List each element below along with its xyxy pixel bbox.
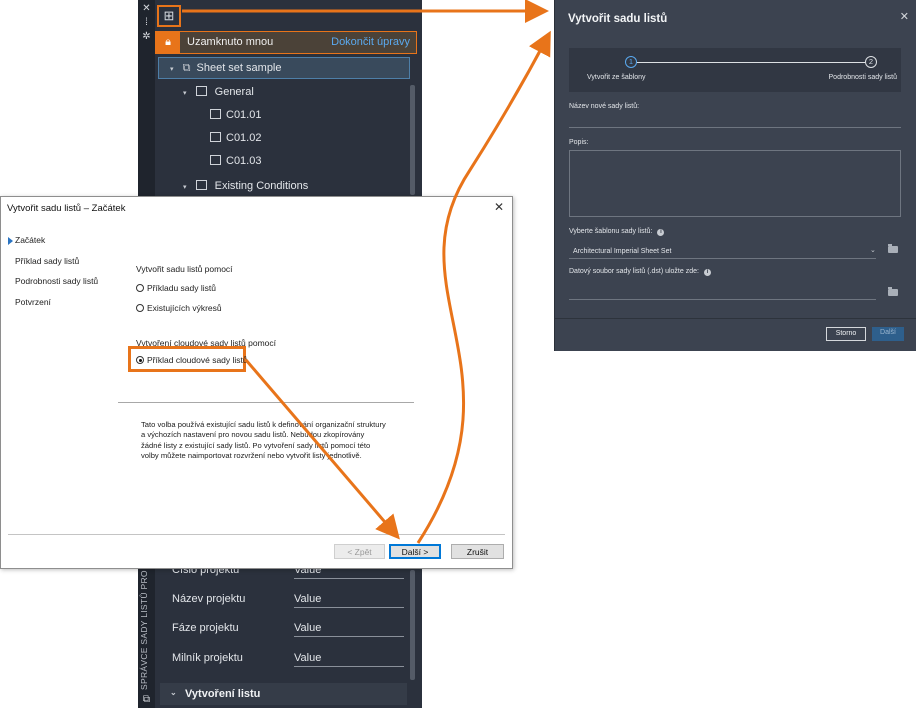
web-create-sheet-set-dialog: Vytvořit sadu listů ✕ 1 2 Vytvořit ze ša… <box>554 0 916 351</box>
step-1-label: Vytvořit ze šablony <box>587 74 646 81</box>
tree-scrollbar[interactable] <box>410 85 415 195</box>
radio-label: Existujících výkresů <box>147 303 222 313</box>
lock-status-text: Uzamknuto mnou <box>187 36 274 48</box>
sheet-icon <box>210 155 221 165</box>
step-1-indicator: 1 <box>625 56 637 68</box>
step-start: Začátek <box>7 235 46 245</box>
chevron-down-icon[interactable]: ⌄ <box>870 246 876 254</box>
lock-icon: 🔒︎ <box>156 32 180 53</box>
palette-vertical-title: SPRÁVCE SADY LISTŮ PRO WEB <box>139 547 149 690</box>
group-label: Vytvořit sadu listů pomocí <box>136 264 233 274</box>
step-2-label: Podrobnosti sady listů <box>828 74 897 81</box>
step-confirm: Potvrzení <box>15 297 51 307</box>
step-example: Příklad sady listů <box>15 256 80 266</box>
cancel-button[interactable]: Zrušit <box>451 544 504 559</box>
tree-root-label: Sheet set sample <box>196 62 282 74</box>
dialog-title: Vytvořit sadu listů – Začátek <box>7 203 126 214</box>
property-value[interactable]: Value <box>294 593 404 608</box>
subset-icon <box>195 86 207 96</box>
radio-existing-drawings[interactable]: Existujících výkresů <box>136 303 222 313</box>
sheet-set-icon: ⧉ <box>142 694 151 705</box>
web-stepper: 1 2 Vytvořit ze šablony Podrobnosti sady… <box>569 48 901 92</box>
section-create-sheet[interactable]: ⌄ Vytvoření listu <box>160 683 407 705</box>
property-row: Fáze projektu Value <box>172 622 412 640</box>
section-label: Vytvoření listu <box>185 688 261 700</box>
sheet-icon <box>210 109 221 119</box>
tree-item-sheet[interactable]: C01.01 <box>210 109 261 121</box>
name-input[interactable] <box>569 127 901 128</box>
divider <box>118 402 414 403</box>
chevron-down-icon[interactable]: ▾ <box>183 90 187 97</box>
option-description: Tato volba používá existující sadu listů… <box>141 420 386 461</box>
tree-item-sheet[interactable]: C01.03 <box>210 155 261 167</box>
description-textarea[interactable] <box>569 150 901 217</box>
property-label: Název projektu <box>172 593 246 605</box>
close-icon[interactable]: ✕ <box>900 10 909 23</box>
radio-dot[interactable] <box>136 304 144 312</box>
dst-label: Datový soubor sady listů (.dst) uložte z… <box>569 268 711 276</box>
radio-label: Příkladu sady listů <box>147 283 216 293</box>
property-row: Název projektu Value <box>172 593 412 611</box>
new-sheet-set-icon[interactable]: ⊞ <box>157 5 181 27</box>
finish-editing-link[interactable]: Dokončit úpravy <box>331 36 410 48</box>
tree-root-row[interactable]: ▾ ⧉ Sheet set sample <box>170 62 282 75</box>
name-label: Název nové sady listů: <box>569 103 640 110</box>
sheet-label: C01.02 <box>226 132 262 144</box>
sheet-label: C01.03 <box>226 155 262 167</box>
lock-bar: 🔒︎ Uzamknuto mnou Dokončit úpravy <box>155 31 417 54</box>
web-next-button[interactable]: Další <box>872 327 904 341</box>
info-icon[interactable]: i <box>703 269 711 276</box>
web-dialog-title: Vytvořit sadu listů <box>568 13 668 25</box>
step-details: Podrobnosti sady listů <box>15 276 99 286</box>
chevron-down-icon[interactable]: ⌄ <box>170 688 177 697</box>
close-icon[interactable]: ✕ <box>494 200 504 214</box>
divider <box>8 534 505 535</box>
property-value[interactable]: Value <box>294 622 404 637</box>
folder-icon[interactable] <box>888 287 898 296</box>
palette-toolbar <box>155 0 422 30</box>
property-label: Milník projektu <box>172 652 243 664</box>
info-icon[interactable]: i <box>657 229 665 236</box>
chevron-down-icon[interactable]: ▾ <box>183 184 187 191</box>
chevron-down-icon[interactable]: ▾ <box>170 66 174 73</box>
folder-icon[interactable] <box>888 244 898 253</box>
footer-divider <box>555 318 916 319</box>
sheet-set-icon: ⧉ <box>182 62 191 74</box>
property-label: Fáze projektu <box>172 622 239 634</box>
radio-cloud-example[interactable]: Příklad cloudové sady listů <box>136 355 248 365</box>
tree-existing-label: Existing Conditions <box>214 180 309 192</box>
next-button[interactable]: Další > <box>389 544 441 559</box>
template-label: Vyberte šablonu sady listů: i <box>569 228 665 236</box>
subset-icon <box>195 180 207 190</box>
dst-label-text: Datový soubor sady listů (.dst) uložte z… <box>569 268 699 275</box>
gear-icon[interactable]: ✲ <box>141 31 152 42</box>
tree-item-existing[interactable]: ▾ Existing Conditions <box>183 180 308 192</box>
sheet-label: C01.01 <box>226 109 262 121</box>
description-label: Popis: <box>569 139 589 146</box>
radio-label: Příklad cloudové sady listů <box>147 355 248 365</box>
property-value[interactable]: Value <box>294 652 404 667</box>
step-2-indicator: 2 <box>865 56 877 68</box>
template-select-value[interactable]: Architectural Imperial Sheet Set <box>573 248 671 255</box>
radio-dot[interactable] <box>136 356 144 364</box>
template-select[interactable] <box>569 258 876 259</box>
stepper-line <box>631 62 865 63</box>
create-sheet-set-dialog: Vytvořit sadu listů – Začátek ✕ <box>0 196 513 569</box>
tree-general-label: General <box>214 86 254 98</box>
close-icon[interactable]: ✕ <box>141 3 152 14</box>
sheet-icon <box>210 132 221 142</box>
property-row: Milník projektu Value <box>172 652 412 670</box>
dst-path-input[interactable] <box>569 299 876 300</box>
tree-item-general[interactable]: ▾ General <box>183 86 254 98</box>
radio-dot[interactable] <box>136 284 144 292</box>
radio-example-sheet-set[interactable]: Příkladu sady listů <box>136 283 216 293</box>
web-cancel-button[interactable]: Storno <box>826 327 866 341</box>
pin-icon[interactable]: ⁞ <box>141 17 152 28</box>
properties-scrollbar[interactable] <box>410 570 415 680</box>
tree-item-sheet[interactable]: C01.02 <box>210 132 261 144</box>
template-label-text: Vyberte šablonu sady listů: <box>569 228 653 235</box>
back-button[interactable]: < Zpět <box>334 544 385 559</box>
